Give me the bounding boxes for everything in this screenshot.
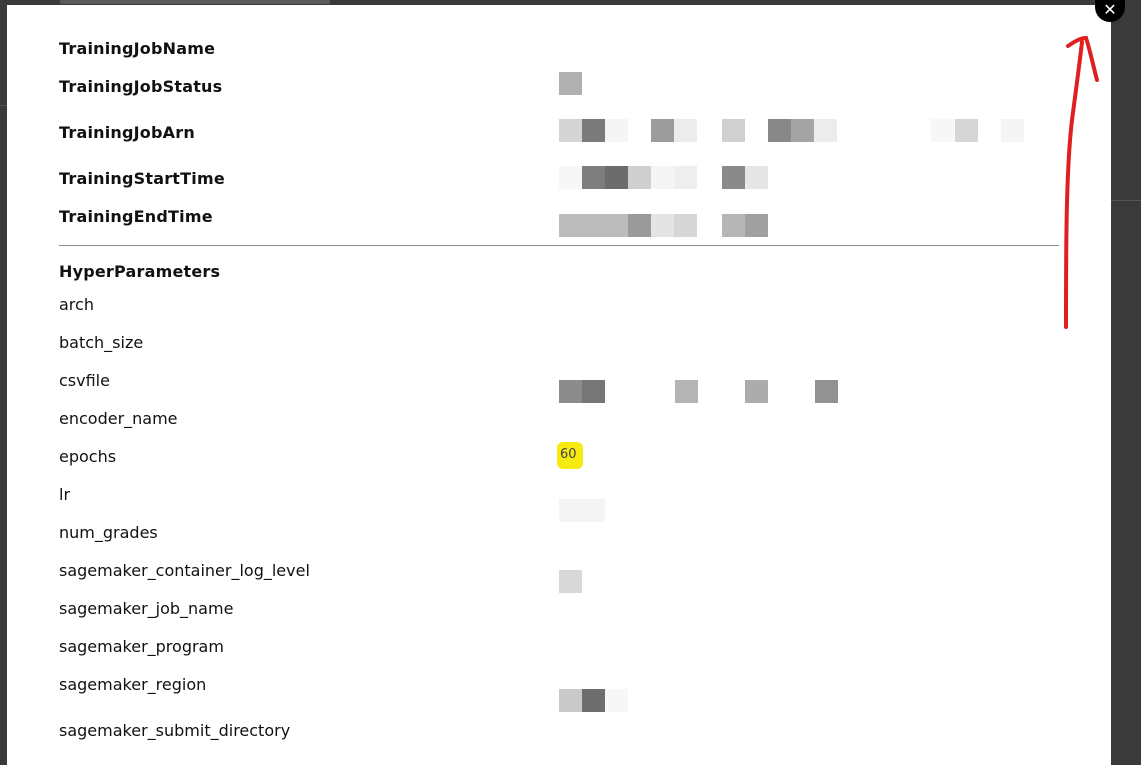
hyperparameter-label-program: sagemaker_program xyxy=(59,637,224,656)
hyperparameter-label-container-log-level: sagemaker_container_log_level xyxy=(59,561,310,580)
section-divider xyxy=(59,245,1059,246)
training-job-details-modal: TrainingJobName TrainingJobStatus Traini… xyxy=(7,5,1111,765)
hyperparameter-label-submit-directory: sagemaker_submit_directory xyxy=(59,721,291,740)
field-label-training-end-time: TrainingEndTime xyxy=(59,207,213,226)
field-label-training-job-status: TrainingJobStatus xyxy=(59,77,223,96)
hyperparameters-heading: HyperParameters xyxy=(59,262,221,281)
hyperparameter-label-encoder-name: encoder_name xyxy=(59,409,178,428)
hyperparameter-label-job-name: sagemaker_job_name xyxy=(59,599,234,618)
field-label-training-job-name: TrainingJobName xyxy=(59,39,216,58)
hyperparameter-label-csvfile: csvfile xyxy=(59,371,110,390)
hyperparameter-label-batch-size: batch_size xyxy=(59,333,144,352)
backdrop-edge-top xyxy=(60,0,330,4)
backdrop-edge-right xyxy=(1111,200,1141,201)
hyperparameter-label-region: sagemaker_region xyxy=(59,675,207,694)
hyperparameter-label-epochs: epochs xyxy=(59,447,117,466)
hyperparameter-value-epochs: 60 xyxy=(560,447,577,462)
field-label-training-job-arn: TrainingJobArn xyxy=(59,123,195,142)
close-icon: ✕ xyxy=(1103,1,1117,19)
backdrop-edge-left xyxy=(0,105,7,106)
hyperparameter-label-lr: lr xyxy=(59,485,71,504)
hyperparameter-label-num-grades: num_grades xyxy=(59,523,158,542)
hyperparameter-label-arch: arch xyxy=(59,295,94,314)
field-label-training-start-time: TrainingStartTime xyxy=(59,169,225,188)
